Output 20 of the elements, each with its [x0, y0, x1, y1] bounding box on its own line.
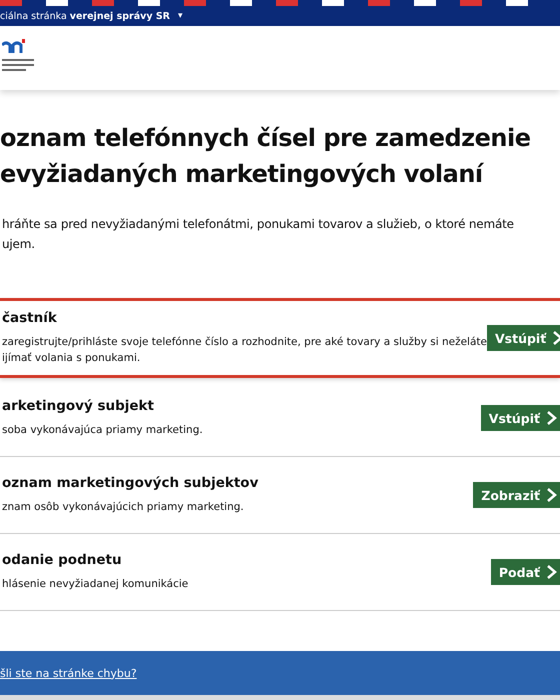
card-description: znam osôb vykonávajúcich priamy marketing. — [2, 500, 245, 515]
official-site-label: ciálna stránka verejnej správy SR — [0, 10, 170, 22]
action-button[interactable]: Podať — [490, 559, 560, 585]
card-description: hlásenie nevyžiadanej komunikácie — [2, 577, 188, 592]
report-error-link[interactable]: šli ste na stránke chybu? — [0, 666, 137, 680]
chevron-icon — [546, 410, 558, 426]
page-title: oznam telefónnych čísel pre zamedzenie evyžiadaných marketingových volaní — [0, 123, 532, 190]
card-description: soba vykonávajúca priamy marketing. — [2, 423, 203, 438]
action-button[interactable]: Vstúpiť — [487, 325, 560, 351]
dropdown-caret[interactable]: ▾ — [178, 11, 183, 21]
action-button[interactable]: Zobraziť — [473, 482, 560, 508]
card-title: arketingový subjekt — [2, 398, 155, 414]
action-button[interactable]: Vstúpiť — [480, 405, 560, 431]
intro-text: hráňte sa pred nevyžiadanými telefonátmi, ponukami tovarov a služieb, o ktoré nemáte ujem. — [2, 216, 515, 253]
card-title: odanie podnetu — [2, 552, 123, 568]
card-title: častník — [2, 310, 58, 326]
chevron-icon — [546, 564, 558, 580]
chevron-icon — [546, 487, 558, 503]
card-description: zaregistrujte/prihláste svoje telefónne číslo a rozhodnite, pre aké tovary a služby si neželáte ijímať volania s ponukami. — [2, 335, 487, 366]
card-title: oznam marketingových subjektov — [2, 475, 258, 491]
